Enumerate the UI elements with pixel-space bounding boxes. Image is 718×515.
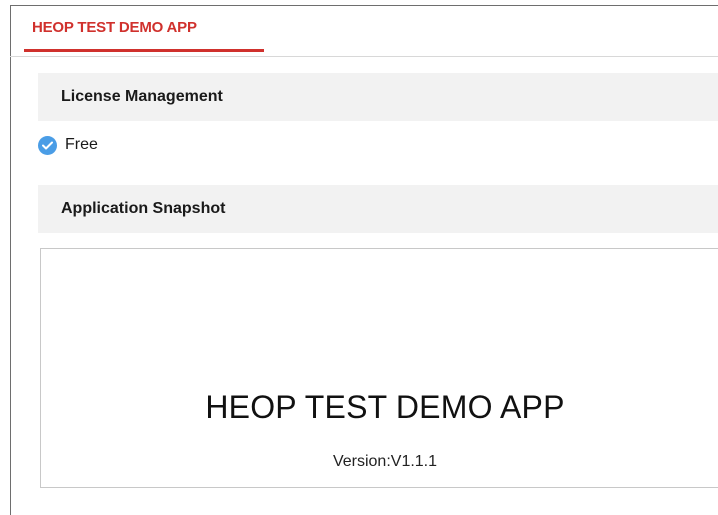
snapshot-app-name: HEOP TEST DEMO APP	[205, 389, 565, 425]
section-title: License Management	[61, 88, 223, 105]
license-status: Free	[38, 134, 98, 156]
license-status-label: Free	[65, 136, 98, 153]
snapshot-version: Version:V1.1.1	[332, 453, 438, 470]
tab-bar: HEOP TEST DEMO APP	[10, 5, 718, 57]
license-management-header: License Management	[38, 73, 718, 121]
check-circle-icon	[38, 135, 57, 155]
tab-label: HEOP TEST DEMO APP	[32, 18, 197, 36]
tab-heop-test-demo-app[interactable]: HEOP TEST DEMO APP	[24, 5, 264, 52]
section-title: Application Snapshot	[61, 200, 226, 217]
application-snapshot-image: HEOP TEST DEMO APP Version:V1.1.1	[40, 248, 718, 488]
application-snapshot-header: Application Snapshot	[38, 185, 718, 233]
